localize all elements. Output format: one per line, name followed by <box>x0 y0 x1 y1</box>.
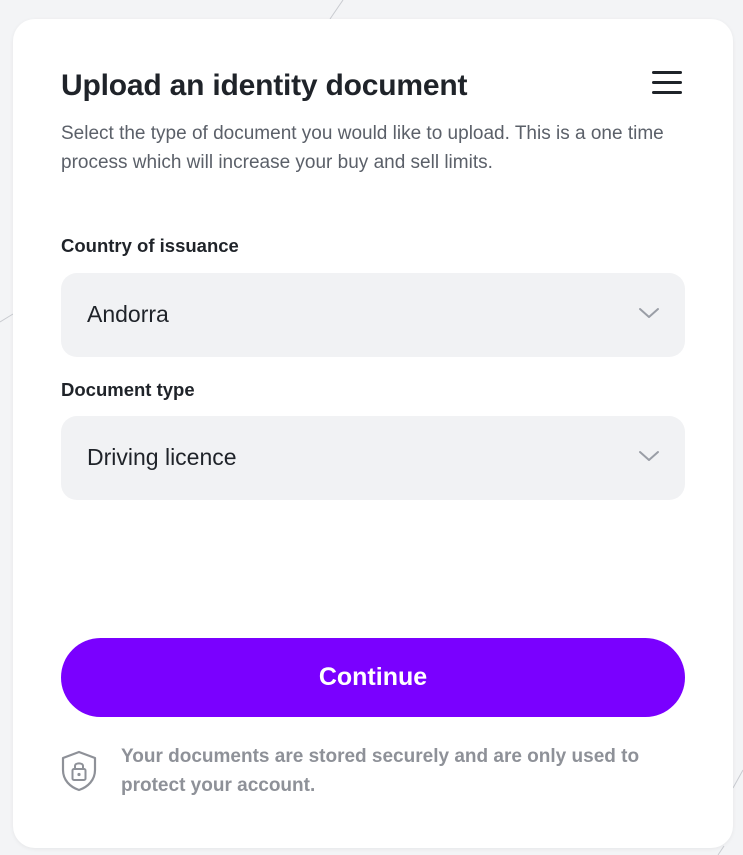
hamburger-menu-icon <box>649 71 685 94</box>
upload-card: Upload an identity document Select the t… <box>13 19 733 848</box>
document-type-value: Driving licence <box>87 444 237 470</box>
chevron-down-icon <box>639 308 659 318</box>
continue-button[interactable]: Continue <box>61 638 685 717</box>
shield-lock-icon <box>61 750 97 792</box>
menu-button[interactable] <box>649 71 685 101</box>
country-label: Country of issuance <box>61 235 239 256</box>
country-select[interactable]: Andorra <box>61 273 685 357</box>
security-note: Your documents are stored securely and a… <box>121 746 640 796</box>
chevron-down-icon <box>639 451 659 461</box>
page-subtitle: Select the type of document you would li… <box>61 123 664 173</box>
document-type-select[interactable]: Driving licence <box>61 416 685 500</box>
document-type-label: Document type <box>61 379 195 400</box>
country-value: Andorra <box>87 301 169 327</box>
page-title: Upload an identity document <box>61 69 468 102</box>
